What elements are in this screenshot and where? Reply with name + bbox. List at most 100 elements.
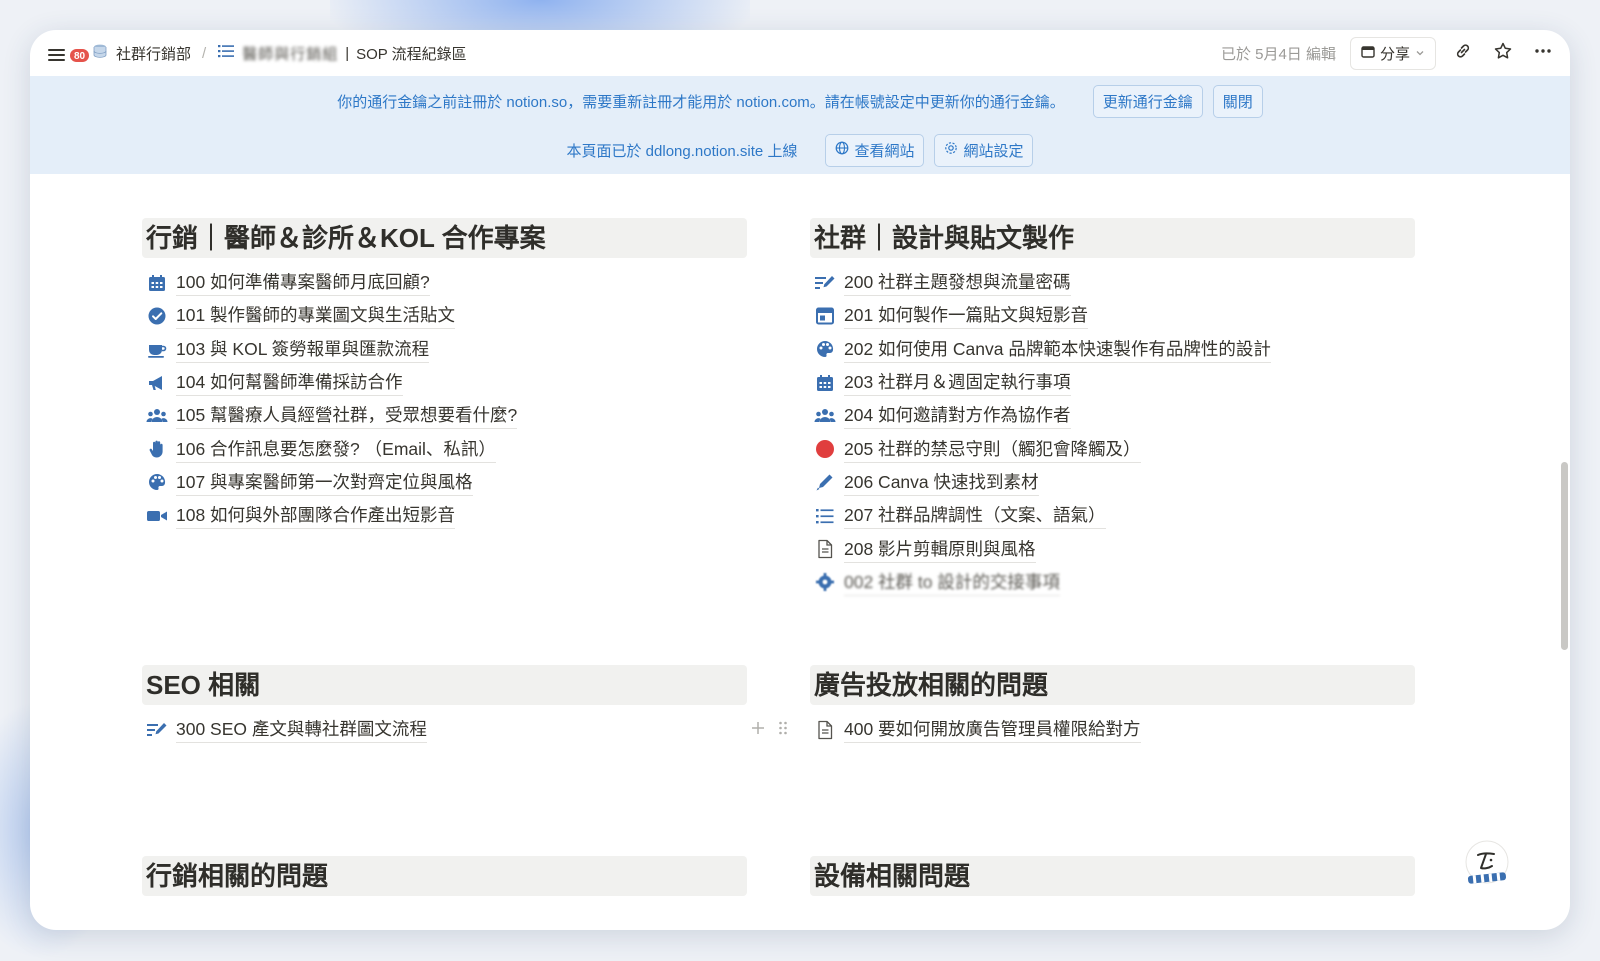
topbar: 80 社群行銷部 / 醫師與行銷組 | SOP 流程紀錄區 已於 5月4日 編輯 [30, 30, 1570, 76]
sidebar-menu-button[interactable]: 80 [44, 42, 91, 64]
copy-link-button[interactable] [1450, 40, 1476, 66]
view-site-button[interactable]: 查看網站 [825, 133, 925, 167]
page-list: 300 SEO 產文與轉社群圖文流程 [142, 713, 747, 746]
bullet-list-icon [814, 505, 836, 527]
list-item[interactable]: 002 社群 to 設計的交接事項 [810, 566, 1415, 599]
list-item[interactable]: 400 要如何開放廣告管理員權限給對方 [810, 713, 1415, 746]
breadcrumb-item-workspace[interactable]: 社群行銷部 [88, 40, 194, 66]
window-icon [1361, 45, 1375, 62]
list-item-label: 204 如何邀請對方作為協作者 [844, 402, 1071, 430]
list-item-label: 107 與專案醫師第一次對齊定位與風格 [176, 469, 473, 496]
list-item[interactable]: 103 與 KOL 簽勞報單與匯款流程 [142, 333, 747, 366]
list-item-label: 201 如何製作一篇貼文與短影音 [844, 302, 1089, 330]
notion-ai-avatar-button[interactable] [1462, 838, 1512, 892]
share-label: 分享 [1379, 45, 1410, 63]
list-item[interactable]: 201 如何製作一篇貼文與短影音 [810, 299, 1415, 332]
list-item-label: 108 如何與外部團隊合作產出短影音 [176, 502, 456, 530]
list-item[interactable]: 104 如何幫醫師準備採訪合作 [142, 366, 747, 399]
section-heading: 社群｜設計與貼文製作 [810, 218, 1415, 258]
list-item[interactable]: 205 社群的禁忌守則（觸犯會降觸及） [810, 432, 1415, 465]
list-item-label: 203 社群月＆週固定執行事項 [844, 369, 1071, 397]
list-item-label: 202 如何使用 Canva 品牌範本快速製作有品牌性的設計 [844, 336, 1271, 363]
breadcrumb-separator: / [202, 44, 207, 62]
block-handles [750, 720, 788, 741]
add-block-button[interactable] [750, 720, 766, 741]
list-item[interactable]: 200 社群主題發想與流量密碼 [810, 266, 1415, 299]
pen-icon [814, 471, 836, 493]
list-item[interactable]: 202 如何使用 Canva 品牌範本快速製作有品牌性的設計 [810, 333, 1415, 366]
passkey-banner-row: 你的通行金鑰之前註冊於 notion.so，需要重新註冊才能用於 notion.… [30, 84, 1570, 118]
write-list-icon [814, 272, 836, 294]
list-icon [217, 42, 235, 64]
palette-icon [146, 471, 168, 493]
view-site-label: 查看網站 [854, 142, 915, 160]
breadcrumb-label: 醫師與行銷組 [242, 45, 339, 63]
people-icon [146, 405, 168, 427]
list-item[interactable]: 207 社群品牌調性（文案、語氣） [810, 499, 1415, 532]
list-item[interactable]: 203 社群月＆週固定執行事項 [810, 366, 1415, 399]
coffee-cup-icon [146, 338, 168, 360]
calendar-icon [146, 272, 168, 294]
breadcrumb: 社群行銷部 / 醫師與行銷組 | SOP 流程紀錄區 [88, 30, 470, 76]
section-marketing-questions: 行銷相關的問題 [142, 856, 747, 896]
site-settings-button[interactable]: 網站設定 [934, 133, 1034, 167]
page-list: 200 社群主題發想與流量密碼 201 如何製作一篇貼文與短影音 202 如何使… [810, 266, 1415, 599]
list-item-label: 400 要如何開放廣告管理員權限給對方 [844, 716, 1141, 744]
list-item-label: 104 如何幫醫師準備採訪合作 [176, 369, 403, 397]
favorite-button[interactable] [1490, 40, 1516, 66]
globe-icon [835, 141, 849, 159]
list-item-label: 206 Canva 快速找到素材 [844, 469, 1039, 496]
share-button[interactable]: 分享 [1349, 36, 1436, 70]
list-item[interactable]: 101 製作醫師的專業圖文與生活貼文 [142, 299, 747, 332]
list-item[interactable]: 204 如何邀請對方作為協作者 [810, 399, 1415, 432]
list-item[interactable]: 105 幫醫療人員經營社群，受眾想要看什麼? [142, 399, 747, 432]
list-item[interactable]: 108 如何與外部團隊合作產出短影音 [142, 499, 747, 532]
video-camera-icon [146, 505, 168, 527]
chevron-down-icon [1415, 45, 1425, 62]
update-passkey-button[interactable]: 更新通行金鑰 [1092, 84, 1203, 118]
list-item-label: 300 SEO 產文與轉社群圖文流程 [176, 716, 427, 744]
breadcrumb-item-page[interactable]: 醫師與行銷組 | SOP 流程紀錄區 [214, 40, 470, 66]
list-item-label: 101 製作醫師的專業圖文與生活貼文 [176, 302, 456, 330]
list-item[interactable]: 100 如何準備專案醫師月底回顧? [142, 266, 747, 299]
drag-handle[interactable] [778, 720, 788, 741]
star-icon [1493, 41, 1513, 65]
gear-icon [814, 571, 836, 593]
list-item[interactable]: 208 影片剪輯原則與風格 [810, 532, 1415, 565]
list-item-label: 106 合作訊息要怎麼發? （Email、私訊） [176, 436, 496, 463]
last-edited-label: 已於 5月4日 編輯 [1220, 45, 1336, 63]
list-item-label: 208 影片剪輯原則與風格 [844, 536, 1036, 563]
list-item[interactable]: 106 合作訊息要怎麼發? （Email、私訊） [142, 432, 747, 465]
site-settings-label: 網站設定 [963, 142, 1024, 160]
list-item-label: 103 與 KOL 簽勞報單與匯款流程 [176, 336, 430, 363]
section-social-design: 社群｜設計與貼文製作 200 社群主題發想與流量密碼 201 如何製作一篇貼文與… [810, 218, 1415, 599]
calendar-icon [814, 372, 836, 394]
red-circle-icon [814, 438, 836, 460]
document-icon [814, 538, 836, 560]
breadcrumb-label: 社群行銷部 [116, 45, 192, 63]
section-heading: SEO 相關 [142, 665, 747, 705]
page-list: 100 如何準備專案醫師月底回顧? 101 製作醫師的專業圖文與生活貼文 103… [142, 266, 747, 532]
hand-icon [146, 438, 168, 460]
topbar-actions: 已於 5月4日 編輯 分享 [1221, 30, 1556, 76]
list-item[interactable]: 107 與專案醫師第一次對齊定位與風格 [142, 466, 747, 499]
scrollbar[interactable] [1561, 462, 1568, 650]
check-circle-icon [146, 305, 168, 327]
close-banner-button[interactable]: 關閉 [1212, 84, 1263, 118]
section-seo: SEO 相關 300 SEO 產文與轉社群圖文流程 [142, 665, 747, 746]
list-item-label: 205 社群的禁忌守則（觸犯會降觸及） [844, 436, 1141, 463]
database-icon [91, 42, 109, 64]
list-item[interactable]: 206 Canva 快速找到素材 [810, 466, 1415, 499]
page-list: 400 要如何開放廣告管理員權限給對方 [810, 713, 1415, 746]
megaphone-icon [146, 372, 168, 394]
list-item-label: 200 社群主題發想與流量密碼 [844, 269, 1071, 297]
passkey-message: 你的通行金鑰之前註冊於 notion.so，需要重新註冊才能用於 notion.… [337, 93, 1065, 111]
notification-banner: 你的通行金鑰之前註冊於 notion.so，需要重新註冊才能用於 notion.… [30, 76, 1570, 174]
breadcrumb-label: SOP 流程紀錄區 [356, 45, 467, 63]
more-options-button[interactable] [1530, 40, 1556, 66]
section-heading: 設備相關問題 [810, 856, 1415, 896]
section-equipment-questions: 設備相關問題 [810, 856, 1415, 896]
people-icon [814, 405, 836, 427]
list-item-label: 100 如何準備專案醫師月底回顧? [176, 269, 430, 297]
list-item[interactable]: 300 SEO 產文與轉社群圖文流程 [142, 713, 747, 746]
